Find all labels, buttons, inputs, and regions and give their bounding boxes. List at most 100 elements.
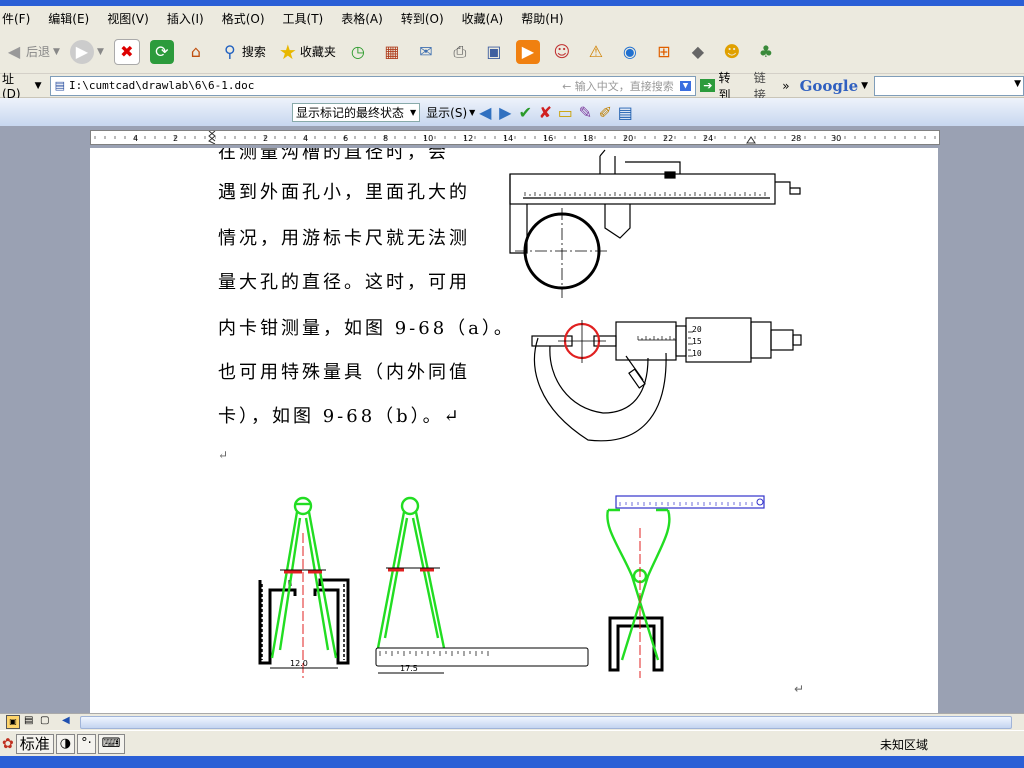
show-menu-button[interactable]: 显示(S) ▼ (426, 104, 475, 121)
menu-help[interactable]: 帮助(H) (521, 10, 563, 27)
ruler-label: 2 (173, 134, 178, 143)
ruler-label: 30 (831, 134, 841, 143)
web-view-icon[interactable]: ▤ (24, 715, 33, 726)
markup-state-dropdown[interactable]: 显示标记的最终状态 ▼ (292, 102, 421, 122)
ruler-label: 22 (663, 134, 673, 143)
ruler-label: 8 (383, 134, 388, 143)
next-change-icon[interactable]: ▶ (495, 100, 515, 124)
edit-doc-icon[interactable]: ▣ (482, 40, 506, 64)
ruler-label: 20 (623, 134, 633, 143)
standard-toolbar: ◀ 后退 ▼ ▶ ▼ ✖ ⟳ ⌂ ⚲ 搜索 ★ 收藏夹 ◷ ▦ ✉ ⎙ ▣ ▶ … (0, 30, 1024, 74)
body-text-line: 内卡钳测量，如图 9-68（a）。 (218, 318, 515, 339)
ime-mode-button[interactable]: 标准 (15, 733, 54, 754)
previous-change-icon[interactable]: ◀ (475, 100, 495, 124)
print-view-icon[interactable]: ▢ (40, 715, 49, 726)
body-text-line: 卡），如图 9-68（b）。↵ (218, 406, 462, 427)
search-button[interactable]: ⚲ 搜索 (218, 40, 266, 64)
history-icon[interactable]: ◷ (346, 40, 370, 64)
menu-table[interactable]: 表格(A) (341, 10, 383, 27)
right-indent-marker[interactable] (746, 136, 756, 144)
chevron-down-icon[interactable]: ▼ (1014, 79, 1021, 89)
dimension-label: 17.5 (400, 664, 418, 673)
chevron-down-icon[interactable]: ▼ (35, 81, 42, 91)
google-logo[interactable]: Google (800, 77, 859, 95)
highlight-icon[interactable]: ✎ (575, 100, 595, 124)
star-icon: ★ (278, 39, 297, 64)
inner-caliper-groove-figure: 12.0 (258, 496, 350, 678)
users-icon[interactable]: ♣ (754, 40, 778, 64)
body-text-line: 遇到外面孔小，里面孔大的 (218, 182, 470, 203)
special-caliper-figure (606, 495, 765, 678)
menu-bar: 件(F) 编辑(E) 视图(V) 插入(I) 格式(O) 工具(T) 表格(A)… (0, 6, 1024, 30)
reviewing-pane-icon[interactable]: ▤ (615, 100, 635, 124)
horizontal-scrollbar[interactable]: ▣ ▤ ▢ ◀ (0, 713, 1024, 730)
track-changes-icon[interactable]: ✐ (595, 100, 615, 124)
menu-insert[interactable]: 插入(I) (167, 10, 204, 27)
micrometer-figure: 20 15 10 (531, 317, 802, 442)
links-more[interactable]: » (782, 79, 789, 93)
forward-arrow-icon: ▶ (69, 39, 94, 64)
taskbar (0, 756, 1024, 768)
print-icon[interactable]: ⎙ (448, 40, 472, 64)
research-icon[interactable]: ▦ (380, 40, 404, 64)
scroll-left-icon[interactable]: ◀ (62, 715, 70, 726)
windows-icon[interactable]: ⊞ (652, 40, 676, 64)
menu-view[interactable]: 视图(V) (107, 10, 149, 27)
indent-marker[interactable] (208, 131, 216, 144)
ruler-label: 14 (503, 134, 513, 143)
tools-icon[interactable]: ⚠ (584, 40, 608, 64)
menu-format[interactable]: 格式(O) (222, 10, 265, 27)
vernier-caliper-figure (509, 149, 801, 298)
messenger-icon[interactable]: ☺ (550, 40, 574, 64)
menu-edit[interactable]: 编辑(E) (48, 10, 89, 27)
menu-favorites[interactable]: 收藏(A) (462, 10, 504, 27)
mail-icon[interactable]: ✉ (414, 40, 438, 64)
stop-icon[interactable]: ✖ (113, 38, 140, 65)
micrometer-scale-label: 10 (692, 349, 702, 358)
ruler-label: 28 (791, 134, 801, 143)
globe-icon[interactable]: ◉ (618, 40, 642, 64)
document-page[interactable]: 在测量沟槽的直径时，会 遇到外面孔小，里面孔大的 情况，用游标卡尺就无法测 量大… (90, 148, 938, 713)
micrometer-scale-label: 20 (692, 325, 702, 334)
half-width-icon[interactable]: ◑ (55, 733, 76, 754)
ruler-label: 18 (583, 134, 593, 143)
ime-logo-icon[interactable]: ✿ (2, 736, 14, 752)
search-hint: ← 输入中文，直接搜索 (562, 79, 674, 93)
ruler-label: 6 (343, 134, 348, 143)
menu-file[interactable]: 件(F) (2, 10, 30, 27)
body-text-line: 在测量沟槽的直径时，会 (218, 148, 449, 163)
ruler-label: 4 (133, 134, 138, 143)
back-button[interactable]: ◀ 后退 ▼ (2, 40, 60, 64)
google-search-input[interactable]: ▼ (874, 75, 1024, 96)
refresh-icon[interactable]: ⟳ (149, 39, 174, 64)
normal-view-icon[interactable]: ▣ (6, 715, 20, 729)
media-icon[interactable]: ▶ (515, 39, 540, 64)
show-label: 显示(S) (426, 105, 468, 120)
address-input[interactable]: ▤ I:\cumtcad\drawlab\6\6-1.doc ← 输入中文，直接… (49, 75, 697, 96)
menu-goto[interactable]: 转到(O) (401, 10, 444, 27)
ruler-label: 10 (423, 134, 433, 143)
address-label: 址(D) (2, 72, 21, 101)
chevron-down-icon[interactable]: ▼ (861, 81, 868, 91)
forward-button[interactable]: ▶ ▼ (69, 39, 104, 64)
horizontal-ruler: 4 2 2 4 6 8 10 12 14 16 18 20 22 24 28 30 (0, 126, 1024, 148)
scroll-thumb[interactable] (80, 716, 1012, 729)
chevron-down-icon[interactable]: ▼ (679, 80, 692, 91)
ruler-scale[interactable]: 4 2 2 4 6 8 10 12 14 16 18 20 22 24 28 30 (90, 130, 940, 145)
status-bar: ✿ 标准 ◑ °· ⌨ 未知区域 (0, 730, 1024, 756)
accept-change-icon[interactable]: ✔ (515, 100, 535, 124)
reject-change-icon[interactable]: ✘ (535, 100, 555, 124)
doc-file-icon: ▤ (54, 79, 65, 92)
ruler-label: 4 (303, 134, 308, 143)
home-icon[interactable]: ⌂ (184, 40, 208, 64)
discuss-icon[interactable]: ◆ (686, 40, 710, 64)
smiley-icon[interactable]: ☻ (720, 40, 744, 64)
favorites-button[interactable]: ★ 收藏夹 (276, 40, 336, 64)
soft-keyboard-icon[interactable]: ⌨ (97, 733, 125, 754)
menu-tools[interactable]: 工具(T) (283, 10, 324, 27)
ruler-label: 2 (263, 134, 268, 143)
punctuation-icon[interactable]: °· (77, 733, 96, 754)
favorites-label: 收藏夹 (299, 45, 336, 59)
new-comment-icon[interactable]: ▭ (555, 100, 575, 124)
security-zone-label: 未知区域 (880, 738, 929, 752)
